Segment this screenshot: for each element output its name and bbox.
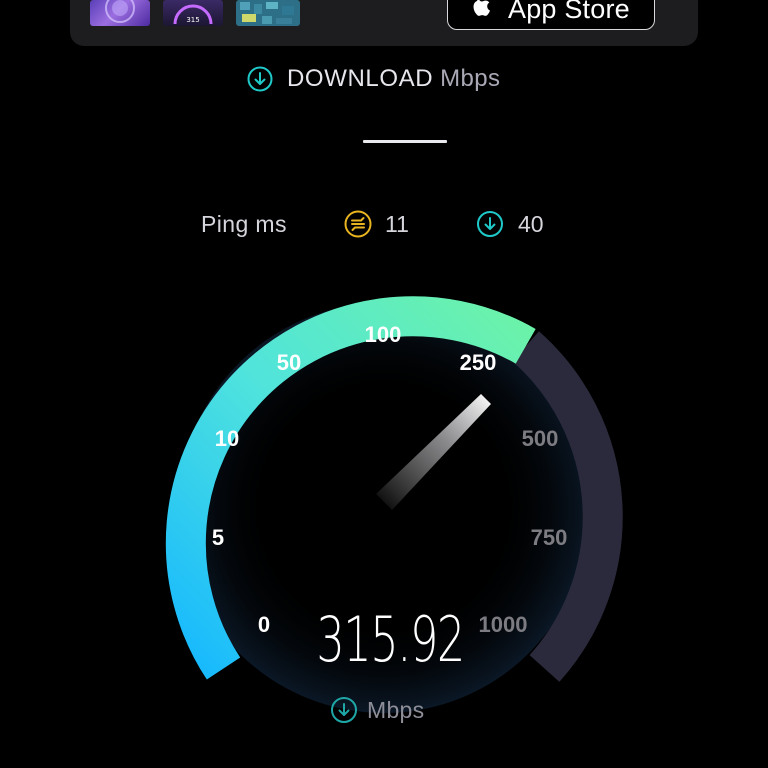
current-speed-value: 315.92 — [316, 603, 465, 676]
speed-unit-label: Mbps — [367, 696, 425, 723]
scale-label-1000: 1000 — [479, 612, 528, 637]
scale-label-100: 100 — [365, 322, 402, 347]
scale-label-50: 50 — [277, 350, 301, 375]
scale-label-0: 0 — [258, 612, 270, 637]
scale-label-750: 750 — [531, 525, 568, 550]
scale-label-10: 10 — [215, 426, 239, 451]
scale-label-500: 500 — [522, 426, 559, 451]
scale-label-250: 250 — [460, 350, 497, 375]
download-arrow-circle-icon — [331, 697, 357, 723]
speed-unit-row: Mbps — [330, 695, 424, 725]
scale-label-5: 5 — [212, 525, 224, 550]
